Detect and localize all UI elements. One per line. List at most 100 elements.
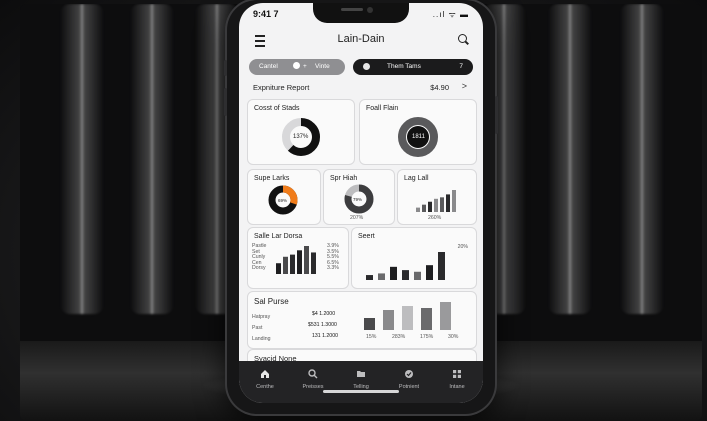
phone-device: 9:41 7 ..ıl ᯤ ▬ Lain-Dain Cantel + Vinte (224, 0, 498, 414)
search-icon[interactable] (458, 34, 467, 43)
tab-label: Intane (449, 384, 465, 390)
segment-left-label-b: Vinte (315, 63, 330, 70)
scene-background: 9:41 7 ..ıl ᯤ ▬ Lain-Dain Cantel + Vinte (0, 0, 707, 421)
status-time: 9:41 7 (253, 9, 279, 19)
purse-row-value: $4 1.2000 (312, 311, 336, 317)
foall-donut-center: 1811 (412, 134, 425, 140)
search-icon (308, 369, 318, 379)
salle-value-list: 3.9% 3.5% 5.5% 6.5% 3.3% (327, 243, 339, 272)
app-bar: Lain-Dain (239, 27, 483, 53)
purse-row-label: Hatpray (252, 314, 271, 320)
seert-bar (414, 271, 421, 280)
lag-card-title: Lag Lall (404, 175, 429, 182)
purse-row: Past $531 1.3000 (252, 321, 342, 332)
lag-bar (428, 201, 432, 212)
spr-card[interactable]: Spr Hiah 79% 207% (323, 169, 395, 225)
tab-intane[interactable]: Intane (435, 367, 479, 397)
lag-bar (434, 198, 438, 212)
salle-value: 3.3% (327, 265, 339, 272)
lock-icon (363, 63, 370, 70)
segment-left-label-a: Cantel (259, 63, 278, 70)
purse-bar (421, 308, 432, 330)
purse-card-title: Sal Purse (254, 297, 289, 306)
spr-card-foot: 207% (350, 215, 364, 221)
foall-card[interactable]: Foall Flain 1811 (359, 99, 477, 165)
report-label: Expniture Report (253, 83, 310, 92)
home-indicator[interactable] (323, 390, 399, 393)
seert-bar (390, 266, 397, 280)
spr-donut-center: 79% (353, 197, 363, 202)
purse-bar-chart (364, 302, 451, 330)
cost-donut-center: 137% (293, 134, 309, 140)
home-icon (261, 370, 269, 378)
purse-bar (383, 310, 394, 330)
phone-screen: 9:41 7 ..ıl ᯤ ▬ Lain-Dain Cantel + Vinte (239, 3, 483, 403)
purse-axis-label: 283% (392, 334, 406, 340)
salle-card-title: Salle Lar Dorsa (254, 233, 303, 240)
tab-centhe[interactable]: Centhe (243, 367, 287, 397)
cost-card-title: Cosst of Stads (254, 105, 300, 112)
seert-bar (438, 252, 445, 280)
purse-row-value: 131 1.2000 (312, 333, 338, 339)
plus-icon: + (303, 63, 307, 70)
salle-bar-chart (276, 246, 316, 274)
purse-row-label: Landing (252, 336, 271, 342)
report-amount: $4.90 (430, 83, 449, 92)
segment-right-button[interactable]: Them Tams 7 (353, 59, 473, 75)
salle-label-list: Pastle Set Cunly Cen Dorsy (252, 243, 266, 272)
salle-bar (276, 263, 281, 274)
salle-bar (290, 254, 295, 274)
salle-card[interactable]: Salle Lar Dorsa Pastle Set Cunly Cen Dor… (247, 227, 349, 289)
app-title: Lain-Dain (337, 33, 385, 45)
power-button (495, 96, 498, 134)
salle-bar (297, 250, 302, 274)
purse-card[interactable]: Sal Purse Hatpray $4 1.2000 Past $531 1.30… (247, 291, 477, 349)
seert-bar-chart (366, 252, 445, 280)
salle-bar (283, 256, 288, 274)
cost-card[interactable]: Cosst of Stads 137% (247, 99, 355, 165)
lag-bar (452, 190, 456, 212)
volume-up-button (224, 88, 227, 116)
salle-bar (304, 246, 309, 274)
seert-top-label: 20% (457, 244, 468, 250)
tab-label: Centhe (256, 384, 274, 390)
seert-card[interactable]: Seert 20% (351, 227, 477, 289)
check-icon (405, 370, 413, 378)
lag-card-foot: 260% (428, 215, 442, 221)
seert-bar (366, 275, 373, 280)
lag-bar (446, 194, 450, 212)
segment-left-toggle[interactable]: Cantel + Vinte (249, 59, 345, 75)
tab-bar: Centhe Preisses Telling Potnient Intane (239, 361, 483, 403)
purse-bar (364, 318, 375, 330)
foall-card-title: Foall Flain (366, 105, 399, 112)
purse-row-label: Past (252, 325, 263, 331)
light-pillar (548, 4, 592, 314)
supe-donut-center: 69% (278, 198, 288, 203)
seert-bar (402, 270, 409, 280)
folder-icon (357, 371, 365, 377)
speaker (341, 8, 363, 11)
segment-control: Cantel + Vinte Them Tams 7 (249, 59, 473, 75)
supe-card[interactable]: Supe Larks 69% (247, 169, 321, 225)
lag-bar (422, 204, 426, 212)
purse-bar (402, 306, 413, 330)
lag-bar (440, 197, 444, 212)
lag-card[interactable]: Lag Lall 260% (397, 169, 477, 225)
light-pillar (620, 4, 664, 314)
toggle-knob-icon (293, 62, 300, 69)
purse-row: Hatpray $4 1.2000 (252, 310, 342, 321)
salle-bar (311, 252, 316, 274)
segment-right-count: 7 (459, 63, 463, 70)
seert-bar (426, 265, 433, 280)
purse-axis-label: 30% (448, 334, 459, 340)
light-pillar (130, 4, 174, 314)
expenditure-report-row[interactable]: Expniture Report $4.90 > (247, 81, 475, 95)
supe-card-title: Supe Larks (254, 175, 290, 182)
mute-switch (224, 60, 227, 76)
dynamic-notch (313, 3, 409, 23)
camera (367, 7, 373, 13)
segment-right-label: Them Tams (387, 63, 421, 70)
status-icons: ..ıl ᯤ ▬ (432, 10, 469, 19)
grid-icon (453, 370, 461, 378)
lag-bar (416, 207, 420, 212)
